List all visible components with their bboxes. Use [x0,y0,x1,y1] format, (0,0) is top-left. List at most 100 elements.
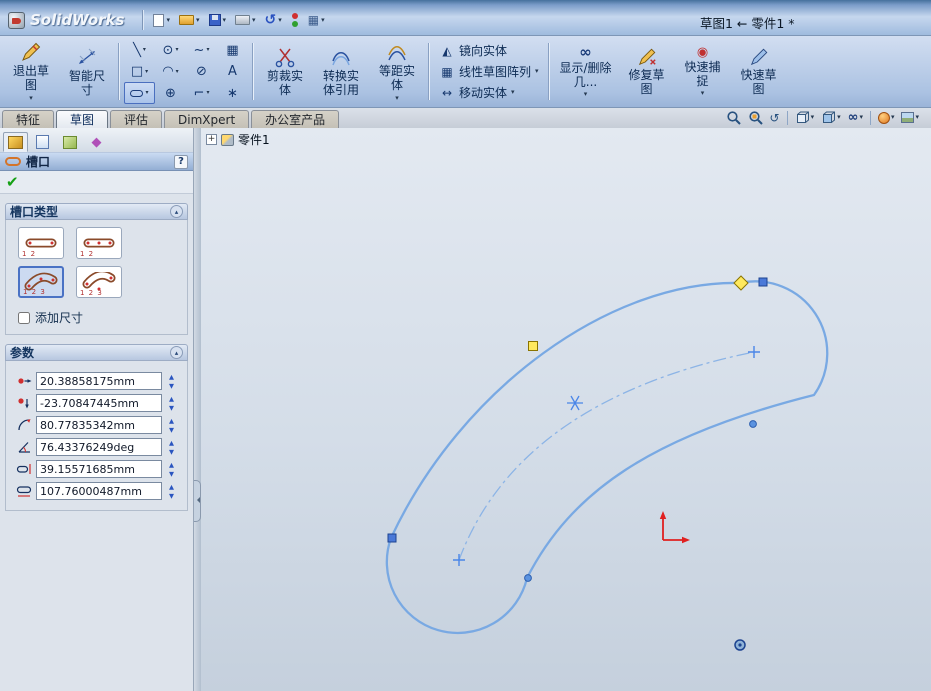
collapse-button[interactable]: ▴ [170,205,183,218]
chevron-down-icon[interactable]: ▾ [223,16,227,24]
endpoint-square[interactable] [758,277,768,287]
sketch-canvas[interactable] [201,128,931,691]
angle-input[interactable] [36,438,162,456]
endpoint-square[interactable] [387,533,397,543]
chevron-down-icon[interactable]: ▾ [321,16,325,24]
options-button[interactable]: ▦ ▾ [305,9,328,31]
arc-center-marker[interactable] [567,395,583,411]
slot-centerline[interactable] [458,351,755,561]
rebuild-button[interactable] [288,9,302,31]
repair-sketch-button[interactable]: 修复草图 [620,39,674,104]
mirror-entities-button[interactable]: ◭ 镜向实体 [434,40,544,61]
featuremanager-tab[interactable] [30,132,55,152]
edit-appearance-button[interactable]: ▾ [876,109,897,126]
spin-down-icon[interactable]: ▼ [165,469,178,478]
linear-sketch-pattern-button[interactable]: ▦ 线性草图阵列 ▾ [434,61,544,82]
three-point-arc-slot-button[interactable]: 1 2 3 [18,266,64,298]
slot-tool-button[interactable]: ▾ [124,82,155,104]
spin-up-icon[interactable]: ▲ [165,372,178,381]
chevron-down-icon[interactable]: ▾ [175,47,178,53]
move-entities-button[interactable]: ↔ 移动实体 ▾ [434,82,544,103]
rectangle-tool-button[interactable]: □ ▾ [124,61,155,83]
hide-show-items-button[interactable]: ∞ ▾ [846,109,865,126]
sketch-origin-arrows[interactable] [659,511,690,544]
chevron-down-icon[interactable]: ▾ [29,94,33,102]
exit-sketch-button[interactable]: 退出草图 ▾ [4,39,58,104]
zoom-area-button[interactable] [746,109,765,126]
help-button[interactable]: ? [174,154,188,169]
save-button[interactable]: ▾ [206,9,230,31]
chevron-down-icon[interactable]: ▾ [145,90,148,96]
center-x-input[interactable] [36,372,162,390]
chevron-down-icon[interactable]: ▾ [206,47,209,53]
chevron-down-icon[interactable]: ▾ [143,47,146,53]
arc-tool-button[interactable]: ◠ ▾ [155,61,186,83]
centerline-endpoint-plus-left[interactable] [453,554,465,566]
spin-down-icon[interactable]: ▼ [165,381,178,390]
collapse-button[interactable]: ▴ [170,346,183,359]
open-document-button[interactable]: ▾ [176,9,203,31]
feature-tree-root-label[interactable]: 零件1 [238,131,270,148]
parameters-header[interactable]: 参数 ▴ [5,344,188,361]
dimxpertmanager-tab[interactable]: ◆ [84,132,109,152]
construction-point-button[interactable]: ∗ [217,82,248,104]
panel-splitter[interactable] [193,128,201,691]
spin-up-icon[interactable]: ▲ [165,460,178,469]
tab-features[interactable]: 特征 [2,110,55,128]
tab-sketch[interactable]: 草图 [56,110,109,128]
straight-slot-button[interactable]: 1 2 [18,227,64,259]
slot-width-input[interactable] [36,460,162,478]
chevron-down-icon[interactable]: ▾ [891,114,895,121]
chevron-down-icon[interactable]: ▾ [701,90,705,97]
chevron-down-icon[interactable]: ▾ [145,68,148,75]
spin-down-icon[interactable]: ▼ [165,425,178,434]
display-delete-relations-button[interactable]: ∞ 显示/删除几... ▾ [554,39,618,104]
chevron-down-icon[interactable]: ▾ [511,89,515,96]
center-y-input[interactable] [36,394,162,412]
coincident-diamond-marker[interactable] [733,275,749,291]
display-style-button[interactable]: ▾ [819,109,843,126]
spin-down-icon[interactable]: ▼ [165,447,178,456]
view-orientation-button[interactable]: ▾ [793,109,817,126]
chevron-down-icon[interactable]: ▾ [252,16,256,24]
rapid-sketch-button[interactable]: 快速草图 [732,39,786,104]
configurationmanager-tab[interactable] [57,132,82,152]
tab-evaluate[interactable]: 评估 [110,110,163,128]
slot-type-header[interactable]: 槽口类型 ▴ [5,203,188,220]
propertymanager-tab[interactable] [3,132,28,152]
spin-down-icon[interactable]: ▼ [165,491,178,500]
undo-button[interactable]: ↺ ▾ [262,9,285,31]
chevron-down-icon[interactable]: ▾ [837,114,841,121]
text-tool-button[interactable]: A [217,61,248,83]
chevron-down-icon[interactable]: ▾ [811,114,815,121]
spin-up-icon[interactable]: ▲ [165,438,178,447]
chevron-down-icon[interactable]: ▾ [859,114,863,121]
radius-input[interactable] [36,416,162,434]
chevron-down-icon[interactable]: ▾ [278,16,282,24]
centerpoint-straight-slot-button[interactable]: 1 2 [76,227,122,259]
slot-point-dot[interactable] [749,420,757,428]
chevron-down-icon[interactable]: ▾ [206,90,209,96]
expand-tree-icon[interactable]: + [206,134,217,145]
tab-office-products[interactable]: 办公室产品 [251,110,340,128]
quick-snaps-button[interactable]: ◉ 快速捕捉 ▾ [676,39,730,104]
chevron-down-icon[interactable]: ▾ [535,68,539,75]
apply-scene-button[interactable]: ▾ [899,109,921,126]
fillet-tool-button[interactable]: ⌐ ▾ [186,82,217,104]
ok-check-button[interactable]: ✔ [6,174,19,190]
spline-tool-button[interactable]: ~ ▾ [186,39,217,61]
convert-entities-button[interactable]: 转换实体引用 [314,39,368,104]
point-tool-button[interactable]: ⊕ [155,82,186,104]
slot-outline-curve[interactable] [385,280,829,635]
spin-down-icon[interactable]: ▼ [165,403,178,412]
chevron-down-icon[interactable]: ▾ [176,68,179,75]
trim-entities-button[interactable]: 剪裁实体 [258,39,312,104]
circle-tool-button[interactable]: ⊙ ▾ [155,39,186,61]
tab-dimxpert[interactable]: DimXpert [164,110,250,128]
spin-up-icon[interactable]: ▲ [165,482,178,491]
chevron-down-icon[interactable]: ▾ [166,16,170,24]
spin-up-icon[interactable]: ▲ [165,394,178,403]
chevron-down-icon[interactable]: ▾ [395,94,399,102]
zoom-fit-button[interactable] [724,109,743,126]
graphics-viewport[interactable]: + 零件1 [201,128,931,691]
